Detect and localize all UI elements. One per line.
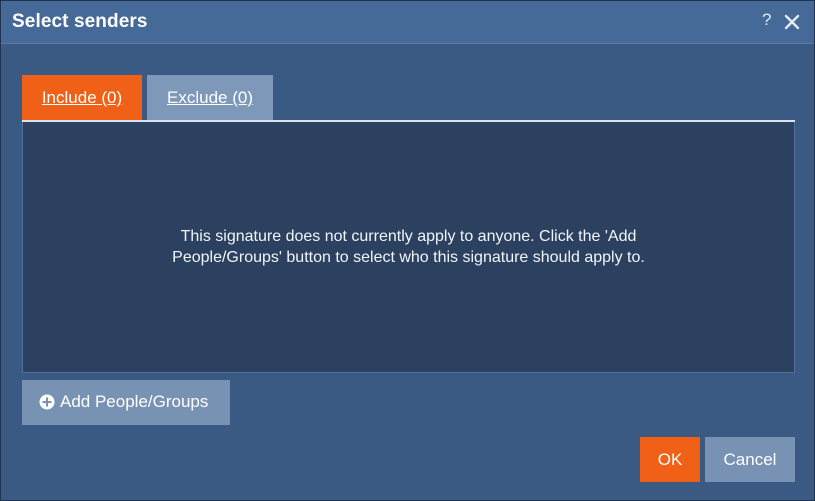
senders-panel: This signature does not currently apply … bbox=[22, 122, 795, 373]
dialog-titlebar: Select senders ? bbox=[1, 1, 814, 44]
cancel-button[interactable]: Cancel bbox=[705, 437, 795, 482]
dialog-title: Select senders bbox=[12, 11, 148, 32]
ok-button[interactable]: OK bbox=[640, 437, 700, 482]
help-icon[interactable]: ? bbox=[762, 10, 771, 30]
empty-state-message: This signature does not currently apply … bbox=[172, 228, 645, 266]
tab-exclude[interactable]: Exclude (0) bbox=[147, 75, 273, 121]
add-people-groups-label: Add People/Groups bbox=[60, 392, 209, 411]
plus-circle-icon bbox=[39, 394, 55, 410]
add-people-groups-button[interactable]: Add People/Groups bbox=[22, 380, 230, 425]
tab-include[interactable]: Include (0) bbox=[22, 75, 142, 121]
close-icon[interactable] bbox=[783, 13, 801, 31]
select-senders-dialog: Select senders ? Include (0) Exclude (0)… bbox=[0, 0, 815, 501]
